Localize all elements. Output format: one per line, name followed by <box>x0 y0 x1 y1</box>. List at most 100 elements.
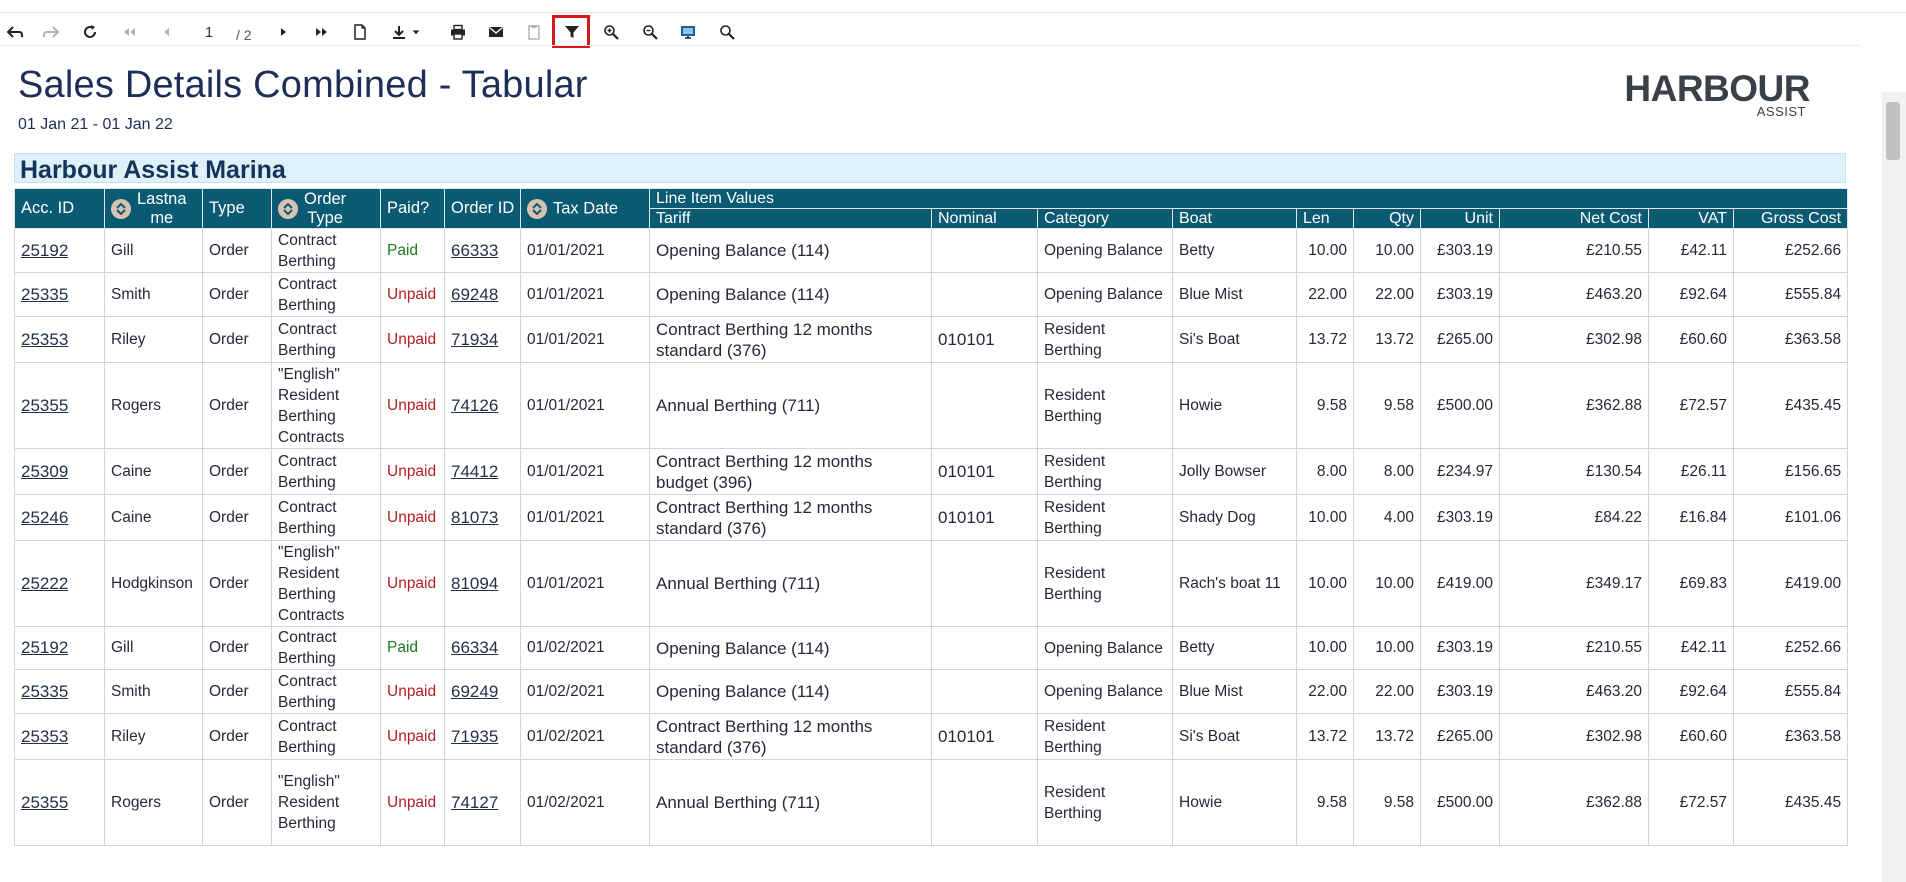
cell-order-type-line: Berthing <box>278 738 336 756</box>
col-header-len[interactable]: Len <box>1296 208 1354 229</box>
col-header-lastname[interactable]: Lastna me <box>104 188 203 229</box>
document-icon[interactable] <box>345 17 375 47</box>
cell-lastname: Riley <box>104 713 203 760</box>
cell-acc-id-value[interactable]: 25353 <box>21 727 68 746</box>
col-header-type[interactable]: Type <box>202 188 272 229</box>
cell-acc-id-value[interactable]: 25192 <box>21 241 68 260</box>
cell-paid-status-value: Unpaid <box>387 793 437 811</box>
cell-order-id[interactable]: 71935 <box>444 713 521 760</box>
cell-acc-id[interactable]: 25246 <box>14 494 105 541</box>
zoom-in-icon[interactable] <box>596 17 626 47</box>
cell-order-id-value[interactable]: 81094 <box>451 574 498 593</box>
col-header-order-type[interactable]: Order Type <box>271 188 381 229</box>
cell-order-id-value[interactable]: 69249 <box>451 682 498 701</box>
col-header-gross-cost[interactable]: Gross Cost <box>1732 208 1849 229</box>
next-page-icon[interactable] <box>268 17 298 47</box>
cell-category-line: Resident <box>1044 783 1106 801</box>
cell-order-id-value[interactable]: 74126 <box>451 396 498 415</box>
cell-acc-id-value[interactable]: 25192 <box>21 638 68 657</box>
refresh-icon[interactable] <box>75 17 105 47</box>
download-icon[interactable] <box>385 17 425 47</box>
cell-acc-id[interactable]: 25192 <box>14 228 105 273</box>
cell-acc-id[interactable]: 25309 <box>14 448 105 495</box>
cell-order-id[interactable]: 69248 <box>444 272 521 317</box>
cell-order-type: "English" Resident Berthing Contracts <box>271 540 381 627</box>
cell-acc-id-value[interactable]: 25222 <box>21 574 68 593</box>
cell-order-id-value[interactable]: 69248 <box>451 285 498 304</box>
col-header-category[interactable]: Category <box>1037 208 1173 229</box>
cell-order-id[interactable]: 66334 <box>444 626 521 670</box>
cell-category-line: Berthing <box>1044 585 1102 603</box>
cell-boat: Betty <box>1172 228 1297 273</box>
cell-order-id-value[interactable]: 71935 <box>451 727 498 746</box>
cell-order-id-value[interactable]: 66333 <box>451 241 498 260</box>
cell-order-id[interactable]: 74126 <box>444 362 521 449</box>
cell-order-id[interactable]: 74412 <box>444 448 521 495</box>
col-header-vat[interactable]: VAT <box>1648 208 1734 229</box>
cell-acc-id-value[interactable]: 25335 <box>21 285 68 304</box>
cell-order-id[interactable]: 74127 <box>444 759 521 846</box>
first-page-icon[interactable] <box>114 17 144 47</box>
col-header-qty[interactable]: Qty <box>1353 208 1421 229</box>
cell-acc-id[interactable]: 25335 <box>14 272 105 317</box>
sales-details-table: Acc. ID Lastna me Type Order Type Paid? Or… <box>14 188 1849 846</box>
sort-icon[interactable] <box>278 198 298 219</box>
cell-order-id[interactable]: 69249 <box>444 669 521 714</box>
cell-acc-id[interactable]: 25353 <box>14 713 105 760</box>
cell-acc-id-value[interactable]: 25335 <box>21 682 68 701</box>
col-header-tariff[interactable]: Tariff <box>649 208 932 229</box>
vertical-scrollbar[interactable] <box>1882 92 1906 882</box>
col-header-order-id[interactable]: Order ID <box>444 188 521 229</box>
cell-order-type: "English" Resident Berthing <box>271 759 381 846</box>
clipboard-icon[interactable] <box>519 17 549 47</box>
email-icon[interactable] <box>481 17 511 47</box>
cell-acc-id-value[interactable]: 25355 <box>21 396 68 415</box>
col-header-tax-date-label: Tax Date <box>553 198 619 217</box>
cell-order-id-value[interactable]: 74412 <box>451 462 498 481</box>
cell-qty: 22.00 <box>1353 669 1421 714</box>
cell-type: Order <box>202 228 272 273</box>
forward-icon[interactable] <box>36 17 66 47</box>
cell-acc-id[interactable]: 25335 <box>14 669 105 714</box>
cell-paid-status-value: Unpaid <box>387 727 437 745</box>
cell-order-id[interactable]: 81094 <box>444 540 521 627</box>
cell-order-id[interactable]: 66333 <box>444 228 521 273</box>
cell-order-id-value[interactable]: 66334 <box>451 638 498 657</box>
col-header-tax-date[interactable]: Tax Date <box>520 188 650 229</box>
cell-acc-id[interactable]: 25222 <box>14 540 105 627</box>
cell-acc-id-value[interactable]: 25355 <box>21 793 68 812</box>
scrollbar-thumb[interactable] <box>1886 102 1900 160</box>
print-icon[interactable] <box>443 17 473 47</box>
sort-icon[interactable] <box>527 198 547 219</box>
previous-page-icon[interactable] <box>152 17 182 47</box>
col-header-boat[interactable]: Boat <box>1172 208 1297 229</box>
cell-order-id-value[interactable]: 74127 <box>451 793 498 812</box>
col-header-paid[interactable]: Paid? <box>380 188 445 229</box>
cell-acc-id-value[interactable]: 25246 <box>21 508 68 527</box>
cell-acc-id[interactable]: 25192 <box>14 626 105 670</box>
zoom-out-icon[interactable] <box>635 17 665 47</box>
cell-order-type-line: Berthing <box>278 407 336 425</box>
cell-category-line: Resident <box>1044 564 1106 582</box>
col-header-nominal[interactable]: Nominal <box>931 208 1038 229</box>
screen-icon[interactable] <box>673 17 703 47</box>
page-number-input[interactable] <box>192 18 226 46</box>
last-page-icon[interactable] <box>307 17 337 47</box>
cell-order-id-value[interactable]: 81073 <box>451 508 498 527</box>
cell-order-id-value[interactable]: 71934 <box>451 330 498 349</box>
cell-nominal: 010101 <box>931 448 1038 495</box>
col-header-net-cost[interactable]: Net Cost <box>1499 208 1649 229</box>
col-header-acc-id[interactable]: Acc. ID <box>14 188 105 229</box>
cell-acc-id-value[interactable]: 25309 <box>21 462 68 481</box>
cell-order-id[interactable]: 81073 <box>444 494 521 541</box>
back-icon[interactable] <box>0 17 30 47</box>
cell-acc-id[interactable]: 25355 <box>14 362 105 449</box>
cell-acc-id[interactable]: 25353 <box>14 316 105 363</box>
sort-icon[interactable] <box>111 198 131 219</box>
cell-acc-id-value[interactable]: 25353 <box>21 330 68 349</box>
cell-len: 10.00 <box>1296 494 1354 541</box>
col-header-unit[interactable]: Unit <box>1420 208 1500 229</box>
search-icon[interactable] <box>712 17 742 47</box>
cell-acc-id[interactable]: 25355 <box>14 759 105 846</box>
cell-order-id[interactable]: 71934 <box>444 316 521 363</box>
